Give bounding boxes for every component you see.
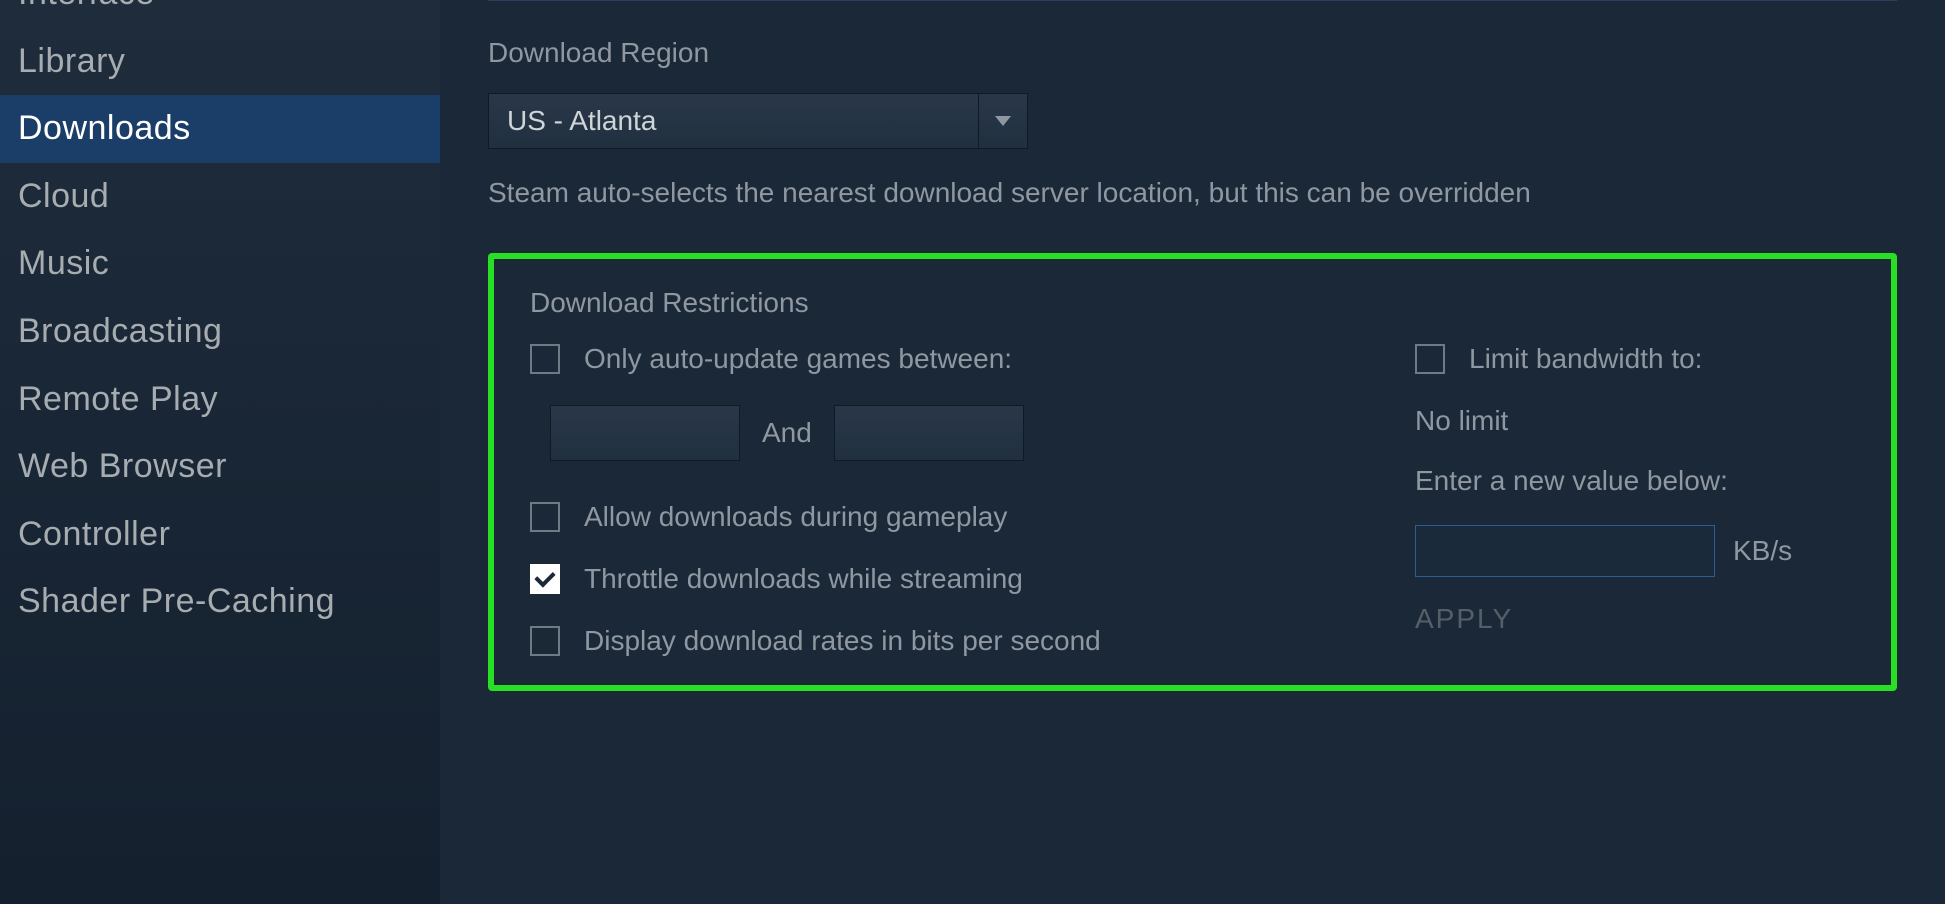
section-divider [488, 0, 1897, 1]
sidebar-item-shader-pre-caching[interactable]: Shader Pre-Caching [0, 568, 440, 636]
sidebar-item-broadcasting[interactable]: Broadcasting [0, 298, 440, 366]
throttle-streaming-checkbox[interactable] [530, 564, 560, 594]
and-label: And [762, 417, 812, 449]
bandwidth-input[interactable] [1415, 525, 1715, 577]
download-restrictions-highlight: Download Restrictions Only auto-update g… [488, 253, 1897, 691]
download-region-value: US - Atlanta [489, 105, 978, 137]
sidebar-item-cloud[interactable]: Cloud [0, 163, 440, 231]
apply-button[interactable]: APPLY [1415, 603, 1513, 635]
limit-bandwidth-label: Limit bandwidth to: [1469, 343, 1702, 375]
bandwidth-unit: KB/s [1733, 535, 1792, 567]
sidebar-item-remote-play[interactable]: Remote Play [0, 366, 440, 434]
bandwidth-current-limit: No limit [1415, 405, 1855, 437]
sidebar-item-library[interactable]: Library [0, 28, 440, 96]
chevron-down-icon [979, 116, 1027, 126]
display-bits-label: Display download rates in bits per secon… [584, 625, 1101, 657]
auto-update-end-time[interactable] [834, 405, 1024, 461]
sidebar-item-interface[interactable]: Interface [0, 0, 440, 28]
settings-sidebar: Interface Library Downloads Cloud Music … [0, 0, 440, 904]
allow-downloads-gameplay-label: Allow downloads during gameplay [584, 501, 1007, 533]
auto-update-between-label: Only auto-update games between: [584, 343, 1012, 375]
limit-bandwidth-checkbox[interactable] [1415, 344, 1445, 374]
auto-update-start-time[interactable] [550, 405, 740, 461]
downloads-panel: Download Region US - Atlanta Steam auto-… [440, 0, 1945, 904]
auto-update-between-checkbox[interactable] [530, 344, 560, 374]
sidebar-item-downloads[interactable]: Downloads [0, 95, 440, 163]
download-region-title: Download Region [488, 37, 1897, 69]
sidebar-item-web-browser[interactable]: Web Browser [0, 433, 440, 501]
download-region-help: Steam auto-selects the nearest download … [488, 177, 1897, 209]
allow-downloads-gameplay-checkbox[interactable] [530, 502, 560, 532]
sidebar-item-controller[interactable]: Controller [0, 501, 440, 569]
bandwidth-enter-new: Enter a new value below: [1415, 465, 1855, 497]
throttle-streaming-label: Throttle downloads while streaming [584, 563, 1023, 595]
display-bits-checkbox[interactable] [530, 626, 560, 656]
download-region-dropdown[interactable]: US - Atlanta [488, 93, 1028, 149]
download-restrictions-title: Download Restrictions [530, 287, 1855, 319]
sidebar-item-music[interactable]: Music [0, 230, 440, 298]
